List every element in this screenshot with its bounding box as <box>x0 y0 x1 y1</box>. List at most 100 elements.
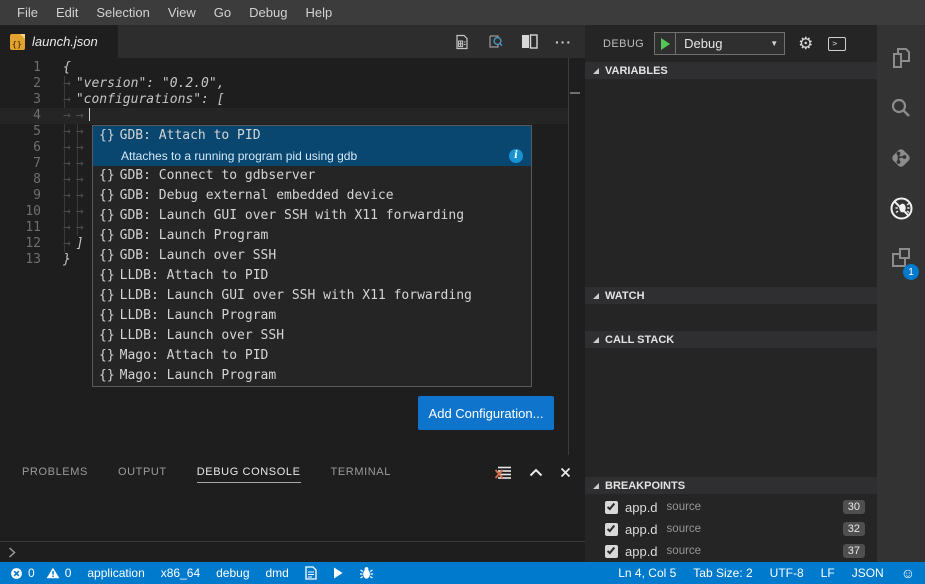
extensions-icon[interactable]: 1 <box>877 233 925 283</box>
add-configuration-button[interactable]: Add Configuration... <box>418 396 554 430</box>
line-number: 10 <box>0 204 41 220</box>
panel-tab-bar: PROBLEMS OUTPUT DEBUG CONSOLE TERMINAL <box>0 455 585 489</box>
suggest-item[interactable]: {}LLDB: Launch GUI over SSH with X11 for… <box>93 286 531 306</box>
gear-icon[interactable]: ⚙ <box>798 35 813 52</box>
more-actions-icon[interactable]: ··· <box>554 32 573 51</box>
json-file-icon: {} <box>10 34 25 50</box>
editor-toolbar: ··· <box>452 25 585 58</box>
start-debug-button[interactable] <box>655 33 676 54</box>
snippet-braces-icon: {} <box>99 326 115 346</box>
warning-icon <box>46 567 60 579</box>
language-mode[interactable]: JSON <box>852 566 884 580</box>
extensions-badge: 1 <box>903 264 919 280</box>
suggest-item[interactable]: {}Mago: Launch Program <box>93 366 531 386</box>
open-console-icon[interactable]: > <box>828 37 846 51</box>
problems-status[interactable]: 0 0 <box>10 566 71 580</box>
snippet-braces-icon: {} <box>99 186 115 206</box>
run-icon[interactable] <box>333 567 343 579</box>
sidebar-title: DEBUG <box>603 38 644 50</box>
tab-terminal[interactable]: TERMINAL <box>331 462 391 482</box>
line-number: 4 <box>0 108 41 124</box>
code-line: →→ <box>63 188 89 204</box>
explorer-icon[interactable] <box>877 33 925 83</box>
launch-configuration-select[interactable]: Debug ▼ <box>654 32 785 55</box>
line-number: 1 <box>0 60 41 76</box>
clear-console-icon[interactable] <box>495 465 512 480</box>
breakpoint-file: app.d <box>625 522 658 537</box>
breakpoint-line-badge: 32 <box>843 522 865 536</box>
section-header-watch[interactable]: WATCH <box>585 287 877 304</box>
code-line: →→ <box>63 172 89 188</box>
snippet-braces-icon: {} <box>99 346 115 366</box>
section-header-variables[interactable]: VARIABLES <box>585 62 877 79</box>
suggest-item-selected[interactable]: {} GDB: Attach to PID <box>93 126 531 146</box>
source-control-icon[interactable] <box>877 133 925 183</box>
encoding[interactable]: UTF-8 <box>770 566 804 580</box>
code-editor[interactable]: 1{ 2→"version": "0.2.0", 3→"configuratio… <box>0 58 585 455</box>
bottom-panel: PROBLEMS OUTPUT DEBUG CONSOLE TERMINAL <box>0 455 585 562</box>
menu-edit[interactable]: Edit <box>47 0 87 25</box>
suggest-item[interactable]: {}LLDB: Attach to PID <box>93 266 531 286</box>
menu-debug[interactable]: Debug <box>240 0 296 25</box>
text-cursor <box>89 108 90 121</box>
snippet-braces-icon: {} <box>99 366 115 386</box>
close-panel-icon[interactable] <box>560 467 571 478</box>
overview-ruler[interactable] <box>568 58 569 455</box>
section-header-breakpoints[interactable]: BREAKPOINTS <box>585 477 877 494</box>
tab-problems[interactable]: PROBLEMS <box>22 462 88 482</box>
suggest-item[interactable]: {}LLDB: Launch Program <box>93 306 531 326</box>
line-number: 3 <box>0 92 41 108</box>
suggest-item[interactable]: {}GDB: Launch Program <box>93 226 531 246</box>
breakpoint-checkbox[interactable] <box>605 545 618 558</box>
status-build-type[interactable]: debug <box>216 566 249 580</box>
tab-output[interactable]: OUTPUT <box>118 462 167 482</box>
breakpoint-origin: source <box>667 501 702 513</box>
breakpoint-row[interactable]: app.d source 30 <box>585 496 877 518</box>
suggest-item[interactable]: {}GDB: Debug external embedded device <box>93 186 531 206</box>
debug-console-input[interactable] <box>0 541 585 562</box>
code-line: →→ <box>63 124 89 140</box>
menu-selection[interactable]: Selection <box>87 0 158 25</box>
code-line: →→ <box>63 156 89 172</box>
split-editor-icon[interactable] <box>520 32 539 51</box>
search-icon[interactable] <box>877 83 925 133</box>
breakpoint-row[interactable]: app.d source 37 <box>585 540 877 562</box>
suggest-item[interactable]: {}LLDB: Launch over SSH <box>93 326 531 346</box>
code-line: { <box>63 60 71 76</box>
status-compiler[interactable]: dmd <box>266 566 289 580</box>
section-header-call-stack[interactable]: CALL STACK <box>585 331 877 348</box>
open-preview-icon[interactable] <box>452 32 471 51</box>
maximize-panel-icon[interactable] <box>529 468 543 477</box>
status-arch[interactable]: x86_64 <box>161 566 200 580</box>
tab-launch-json[interactable]: {} launch.json <box>0 25 118 58</box>
line-number: 6 <box>0 140 41 156</box>
info-icon[interactable]: i <box>509 149 523 163</box>
panel-actions <box>495 465 585 480</box>
section-expand-icon <box>593 337 599 343</box>
suggest-item[interactable]: {}Mago: Attach to PID <box>93 346 531 366</box>
suggest-item[interactable]: {}GDB: Launch GUI over SSH with X11 forw… <box>93 206 531 226</box>
menu-go[interactable]: Go <box>205 0 240 25</box>
breakpoint-checkbox[interactable] <box>605 523 618 536</box>
breakpoint-checkbox[interactable] <box>605 501 618 514</box>
tab-debug-console[interactable]: DEBUG CONSOLE <box>197 462 301 483</box>
line-number: 5 <box>0 124 41 140</box>
debug-icon[interactable] <box>877 183 925 233</box>
play-icon <box>661 38 670 50</box>
cursor-position[interactable]: Ln 4, Col 5 <box>618 566 676 580</box>
coverage-document-icon[interactable] <box>305 566 317 580</box>
menu-view[interactable]: View <box>159 0 205 25</box>
suggest-item[interactable]: {}GDB: Launch over SSH <box>93 246 531 266</box>
bug-icon[interactable] <box>359 566 374 580</box>
menu-file[interactable]: File <box>8 0 47 25</box>
eol-sequence[interactable]: LF <box>821 566 835 580</box>
breakpoint-row[interactable]: app.d source 32 <box>585 518 877 540</box>
status-application[interactable]: application <box>87 566 144 580</box>
menu-help[interactable]: Help <box>296 0 341 25</box>
search-preview-icon[interactable] <box>486 32 505 51</box>
suggest-item[interactable]: {}GDB: Connect to gdbserver <box>93 166 531 186</box>
snippet-braces-icon: {} <box>99 206 115 226</box>
code-line: →] <box>63 236 84 252</box>
feedback-smiley-icon[interactable]: ☺ <box>901 565 915 581</box>
tab-size[interactable]: Tab Size: 2 <box>693 566 752 580</box>
